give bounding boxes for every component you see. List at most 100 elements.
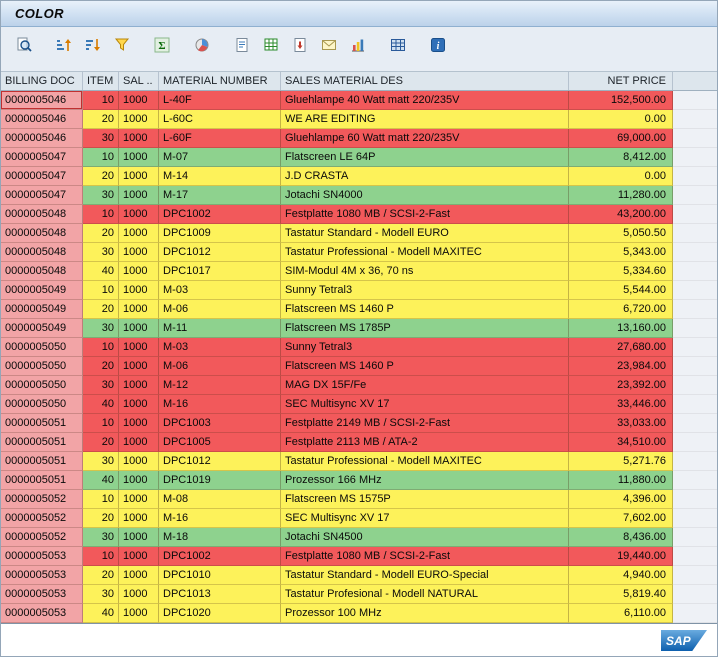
cell-item[interactable]: 30 (83, 319, 119, 338)
cell-net_price[interactable]: 23,392.00 (569, 376, 673, 395)
cell-sal[interactable]: 1000 (119, 205, 159, 224)
cell-item[interactable]: 10 (83, 205, 119, 224)
cell-net_price[interactable]: 152,500.00 (569, 91, 673, 110)
total-button[interactable]: Σ (148, 33, 175, 57)
cell-material_number[interactable]: M-11 (159, 319, 281, 338)
cell-item[interactable]: 30 (83, 585, 119, 604)
cell-billing_doc[interactable]: 0000005051 (1, 452, 83, 471)
cell-material_number[interactable]: DPC1010 (159, 566, 281, 585)
cell-description[interactable]: Sunny Tetral3 (281, 338, 569, 357)
cell-sal[interactable]: 1000 (119, 376, 159, 395)
cell-billing_doc[interactable]: 0000005051 (1, 471, 83, 490)
cell-item[interactable]: 40 (83, 262, 119, 281)
cell-description[interactable]: Tastatur Standard - Modell EURO-Special (281, 566, 569, 585)
cell-description[interactable]: Flatscreen MS 1575P (281, 490, 569, 509)
cell-net_price[interactable]: 11,880.00 (569, 471, 673, 490)
column-header-billing_doc[interactable]: BILLING DOC (1, 72, 83, 90)
cell-billing_doc[interactable]: 0000005050 (1, 357, 83, 376)
choose-layout-button[interactable] (384, 33, 411, 57)
column-header-net_price[interactable]: NET PRICE (569, 72, 673, 90)
cell-net_price[interactable]: 69,000.00 (569, 129, 673, 148)
cell-sal[interactable]: 1000 (119, 338, 159, 357)
cell-item[interactable]: 30 (83, 129, 119, 148)
column-header-description[interactable]: SALES MATERIAL DES (281, 72, 569, 90)
cell-net_price[interactable]: 6,720.00 (569, 300, 673, 319)
cell-sal[interactable]: 1000 (119, 604, 159, 623)
cell-item[interactable]: 10 (83, 91, 119, 110)
cell-billing_doc[interactable]: 0000005047 (1, 148, 83, 167)
cell-net_price[interactable]: 4,396.00 (569, 490, 673, 509)
cell-material_number[interactable]: M-08 (159, 490, 281, 509)
information-button[interactable]: i (424, 33, 451, 57)
cell-sal[interactable]: 1000 (119, 110, 159, 129)
cell-item[interactable]: 10 (83, 338, 119, 357)
cell-description[interactable]: WE ARE EDITING (281, 110, 569, 129)
cell-net_price[interactable]: 33,033.00 (569, 414, 673, 433)
cell-net_price[interactable]: 0.00 (569, 167, 673, 186)
cell-material_number[interactable]: L-40F (159, 91, 281, 110)
cell-net_price[interactable]: 5,050.50 (569, 224, 673, 243)
cell-material_number[interactable]: DPC1012 (159, 243, 281, 262)
cell-description[interactable]: Prozessor 100 MHz (281, 604, 569, 623)
graphic-button[interactable] (344, 33, 371, 57)
cell-net_price[interactable]: 5,343.00 (569, 243, 673, 262)
cell-item[interactable]: 30 (83, 243, 119, 262)
cell-item[interactable]: 20 (83, 509, 119, 528)
cell-description[interactable]: MAG DX 15F/Fe (281, 376, 569, 395)
cell-sal[interactable]: 1000 (119, 452, 159, 471)
cell-description[interactable]: SEC Multisync XV 17 (281, 395, 569, 414)
cell-item[interactable]: 30 (83, 528, 119, 547)
cell-net_price[interactable]: 43,200.00 (569, 205, 673, 224)
cell-net_price[interactable]: 13,160.00 (569, 319, 673, 338)
cell-net_price[interactable]: 33,446.00 (569, 395, 673, 414)
cell-billing_doc[interactable]: 0000005046 (1, 110, 83, 129)
cell-description[interactable]: Tastatur Profesional - Modell NATURAL (281, 585, 569, 604)
cell-description[interactable]: Flatscreen MS 1460 P (281, 300, 569, 319)
cell-billing_doc[interactable]: 0000005052 (1, 528, 83, 547)
cell-material_number[interactable]: M-16 (159, 395, 281, 414)
cell-billing_doc[interactable]: 0000005053 (1, 604, 83, 623)
cell-sal[interactable]: 1000 (119, 357, 159, 376)
cell-material_number[interactable]: DPC1009 (159, 224, 281, 243)
cell-sal[interactable]: 1000 (119, 167, 159, 186)
cell-billing_doc[interactable]: 0000005048 (1, 262, 83, 281)
cell-sal[interactable]: 1000 (119, 433, 159, 452)
cell-billing_doc[interactable]: 0000005049 (1, 300, 83, 319)
cell-net_price[interactable]: 27,680.00 (569, 338, 673, 357)
cell-net_price[interactable]: 7,602.00 (569, 509, 673, 528)
cell-material_number[interactable]: DPC1020 (159, 604, 281, 623)
cell-net_price[interactable]: 8,436.00 (569, 528, 673, 547)
cell-billing_doc[interactable]: 0000005049 (1, 281, 83, 300)
cell-net_price[interactable]: 19,440.00 (569, 547, 673, 566)
cell-sal[interactable]: 1000 (119, 509, 159, 528)
column-header-sal[interactable]: SAL .. (119, 72, 159, 90)
cell-description[interactable]: Tastatur Professional - Modell MAXITEC (281, 243, 569, 262)
details-button[interactable] (10, 33, 37, 57)
cell-billing_doc[interactable]: 0000005053 (1, 566, 83, 585)
cell-sal[interactable]: 1000 (119, 471, 159, 490)
cell-description[interactable]: Festplatte 1080 MB / SCSI-2-Fast (281, 547, 569, 566)
cell-net_price[interactable]: 5,271.76 (569, 452, 673, 471)
cell-description[interactable]: SEC Multisync XV 17 (281, 509, 569, 528)
cell-sal[interactable]: 1000 (119, 129, 159, 148)
cell-billing_doc[interactable]: 0000005047 (1, 167, 83, 186)
cell-item[interactable]: 10 (83, 547, 119, 566)
cell-sal[interactable]: 1000 (119, 148, 159, 167)
cell-item[interactable]: 20 (83, 566, 119, 585)
cell-material_number[interactable]: M-06 (159, 357, 281, 376)
cell-billing_doc[interactable]: 0000005050 (1, 376, 83, 395)
cell-billing_doc[interactable]: 0000005048 (1, 205, 83, 224)
cell-description[interactable]: Gluehlampe 60 Watt matt 220/235V (281, 129, 569, 148)
cell-material_number[interactable]: M-03 (159, 338, 281, 357)
cell-net_price[interactable]: 34,510.00 (569, 433, 673, 452)
cell-description[interactable]: Festplatte 2113 MB / ATA-2 (281, 433, 569, 452)
set-filter-button[interactable] (108, 33, 135, 57)
cell-material_number[interactable]: M-03 (159, 281, 281, 300)
cell-description[interactable]: Flatscreen MS 1785P (281, 319, 569, 338)
word-processing-button[interactable] (228, 33, 255, 57)
cell-description[interactable]: Jotachi SN4500 (281, 528, 569, 547)
cell-description[interactable]: SIM-Modul 4M x 36, 70 ns (281, 262, 569, 281)
cell-sal[interactable]: 1000 (119, 490, 159, 509)
cell-billing_doc[interactable]: 0000005046 (1, 91, 83, 110)
cell-sal[interactable]: 1000 (119, 262, 159, 281)
